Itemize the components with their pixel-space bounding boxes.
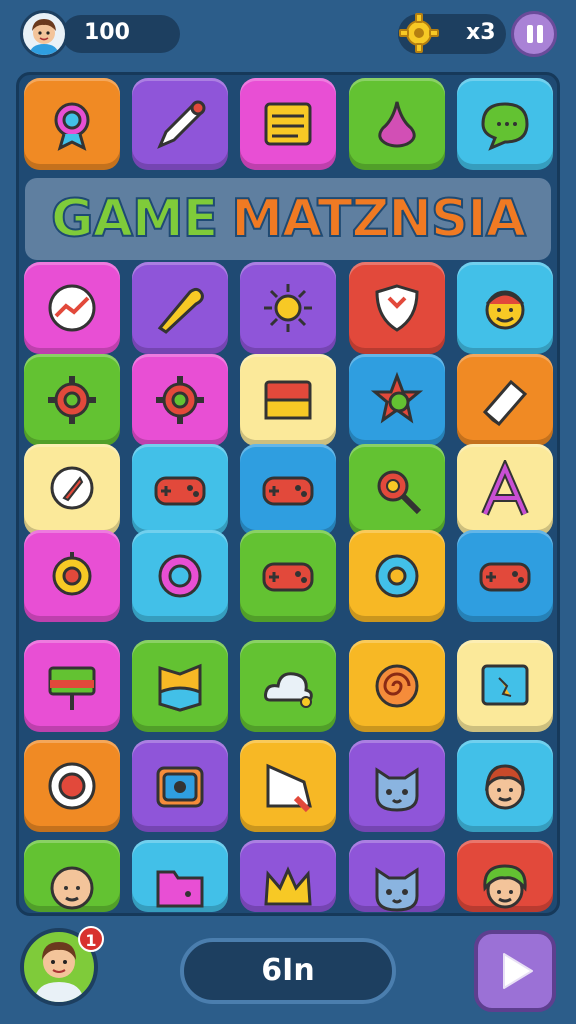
pause-icon xyxy=(527,25,533,43)
star-target-icon xyxy=(370,371,424,424)
tile-horn-r2c2[interactable] xyxy=(132,262,228,354)
tile-gamepad-r4c2[interactable] xyxy=(132,444,228,536)
tile-trend-chart-r2c1[interactable] xyxy=(24,262,120,354)
tile-gamepad-r5c3[interactable] xyxy=(240,530,336,622)
gamepad-icon xyxy=(154,476,206,506)
tile-magnifier-cog-r4c4[interactable] xyxy=(349,444,445,536)
spiral-icon xyxy=(375,664,419,708)
baby-face-icon xyxy=(50,866,94,910)
avatar-icon[interactable] xyxy=(20,10,68,58)
letter-a-icon xyxy=(481,460,529,516)
gear-icon[interactable] xyxy=(398,12,440,54)
window-icon xyxy=(264,380,312,420)
cog-icon xyxy=(48,376,96,424)
badge-icon xyxy=(54,102,90,151)
tile-baby-face-r8c1[interactable] xyxy=(24,840,120,912)
pencil-icon xyxy=(157,100,206,149)
tile-cat-map-r6c2[interactable] xyxy=(132,640,228,732)
notes-icon xyxy=(264,102,312,146)
tile-letter-a-r4c5[interactable] xyxy=(457,444,553,536)
eraser-icon xyxy=(482,379,528,427)
tile-picture-r6c5[interactable] xyxy=(457,640,553,732)
crown-icon xyxy=(264,866,312,906)
trend-chart-icon xyxy=(48,284,96,332)
camera-icon xyxy=(156,766,204,808)
tile-smiley-face-r2c5[interactable] xyxy=(457,262,553,354)
tile-crown-r8c3[interactable] xyxy=(240,840,336,912)
top-bar: 100 x3 xyxy=(0,0,576,72)
tile-cloud-r6c3[interactable] xyxy=(240,640,336,732)
tile-camera-r7c2[interactable] xyxy=(132,740,228,832)
tile-sun-r2c3[interactable] xyxy=(240,262,336,354)
title-word-matznsia: MATZNSIA xyxy=(230,188,527,250)
signpost-icon xyxy=(48,666,96,710)
tile-notes-r1c3[interactable] xyxy=(240,78,336,170)
nose-icon xyxy=(378,101,416,148)
gamepad-icon xyxy=(479,562,531,592)
tile-shield-r2c4[interactable] xyxy=(349,262,445,354)
pause-button[interactable] xyxy=(511,11,557,57)
gamepad-icon xyxy=(262,562,314,592)
gamepad-icon xyxy=(262,476,314,506)
title-word-game: GAME xyxy=(50,188,219,250)
lollipop-icon xyxy=(52,552,92,596)
play-icon xyxy=(503,953,533,989)
folder-icon xyxy=(156,870,204,908)
tile-cog-r3c2[interactable] xyxy=(132,354,228,446)
score-value: 100 xyxy=(84,20,130,45)
tile-cat-face-r7c4[interactable] xyxy=(349,740,445,832)
tile-lollipop-r5c1[interactable] xyxy=(24,530,120,622)
tile-pencil-r1c2[interactable] xyxy=(132,78,228,170)
notification-badge: 1 xyxy=(78,926,104,952)
girl-face-icon xyxy=(483,864,527,909)
tile-cat-face-r8c4[interactable] xyxy=(349,840,445,912)
tile-spiral-r6c4[interactable] xyxy=(349,640,445,732)
cog-icon xyxy=(156,376,204,424)
cat-face-icon xyxy=(375,867,419,912)
flower-icon xyxy=(375,554,419,598)
chat-rocket-icon xyxy=(50,466,94,510)
smiley-face-icon xyxy=(485,290,525,330)
tile-signpost-r6c1[interactable] xyxy=(24,640,120,732)
tile-gamepad-r5c5[interactable] xyxy=(457,530,553,622)
game-title: GAME MATZNSIA xyxy=(25,178,551,260)
tile-star-target-r3c4[interactable] xyxy=(349,354,445,446)
picture-icon xyxy=(481,664,529,706)
record-icon xyxy=(48,762,96,810)
center-action-label: 6In xyxy=(261,953,315,988)
tile-boy-face-r7c5[interactable] xyxy=(457,740,553,832)
cat-face-icon xyxy=(375,767,419,812)
boy-face-icon xyxy=(485,764,525,810)
tile-cog-r3c1[interactable] xyxy=(24,354,120,446)
magnifier-cog-icon xyxy=(377,470,422,515)
tile-chat-bubble-r1c5[interactable] xyxy=(457,78,553,170)
tile-girl-face-r8c5[interactable] xyxy=(457,840,553,912)
cloud-icon xyxy=(264,672,313,708)
tile-record-r7c1[interactable] xyxy=(24,740,120,832)
tile-flower-r5c4[interactable] xyxy=(349,530,445,622)
tile-shape-r7c3[interactable] xyxy=(240,740,336,832)
tile-eraser-r3c5[interactable] xyxy=(457,354,553,446)
chat-bubble-icon xyxy=(481,102,529,151)
tile-ring-r5c2[interactable] xyxy=(132,530,228,622)
shape-icon xyxy=(266,763,312,813)
multiplier-value: x3 xyxy=(466,20,496,45)
tile-gamepad-r4c3[interactable] xyxy=(240,444,336,536)
tile-nose-r1c4[interactable] xyxy=(349,78,445,170)
tile-chat-rocket-r4c1[interactable] xyxy=(24,444,120,536)
shield-icon xyxy=(375,284,419,332)
tile-badge-r1c1[interactable] xyxy=(24,78,120,170)
horn-icon xyxy=(157,287,204,334)
sun-icon xyxy=(264,284,312,332)
tile-window-r3c3[interactable] xyxy=(240,354,336,446)
pause-icon-bar xyxy=(537,25,543,43)
tile-folder-r8c2[interactable] xyxy=(132,840,228,912)
ring-icon xyxy=(158,554,202,598)
cat-map-icon xyxy=(158,663,202,712)
play-button[interactable] xyxy=(474,930,556,1012)
